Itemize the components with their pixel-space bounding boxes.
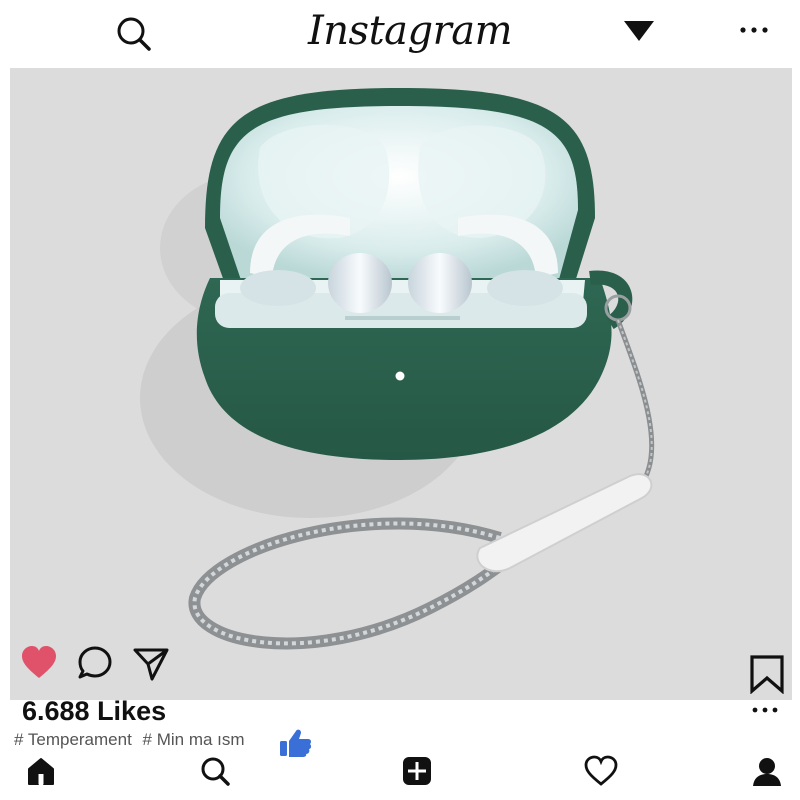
hashtag[interactable]: # Min ma ısm: [143, 730, 245, 749]
more-horizontal-icon[interactable]: [738, 20, 770, 40]
search-icon[interactable]: [114, 14, 154, 54]
profile-icon[interactable]: [750, 754, 784, 788]
activity-heart-icon[interactable]: [584, 754, 618, 788]
more-horizontal-icon[interactable]: [750, 702, 780, 718]
search-icon[interactable]: [198, 754, 232, 788]
share-icon[interactable]: [132, 644, 170, 682]
caption-hashtags: # Temperament # Min ma ısm: [14, 730, 251, 750]
dropdown-triangle-icon[interactable]: [622, 18, 656, 44]
bookmark-icon[interactable]: [748, 654, 786, 695]
likes-count[interactable]: 6.688 Likes: [22, 696, 166, 727]
earbuds-case-illustration: [140, 88, 655, 650]
thumbs-up-icon: [278, 728, 312, 758]
post-image[interactable]: [10, 68, 792, 700]
top-bar: Instagram: [0, 0, 800, 68]
home-icon[interactable]: [24, 754, 58, 788]
instagram-logo: Instagram: [307, 8, 513, 54]
add-post-icon[interactable]: [400, 754, 434, 788]
heart-icon[interactable]: [20, 644, 58, 682]
comment-icon[interactable]: [76, 644, 114, 682]
hashtag[interactable]: # Temperament: [14, 730, 132, 749]
